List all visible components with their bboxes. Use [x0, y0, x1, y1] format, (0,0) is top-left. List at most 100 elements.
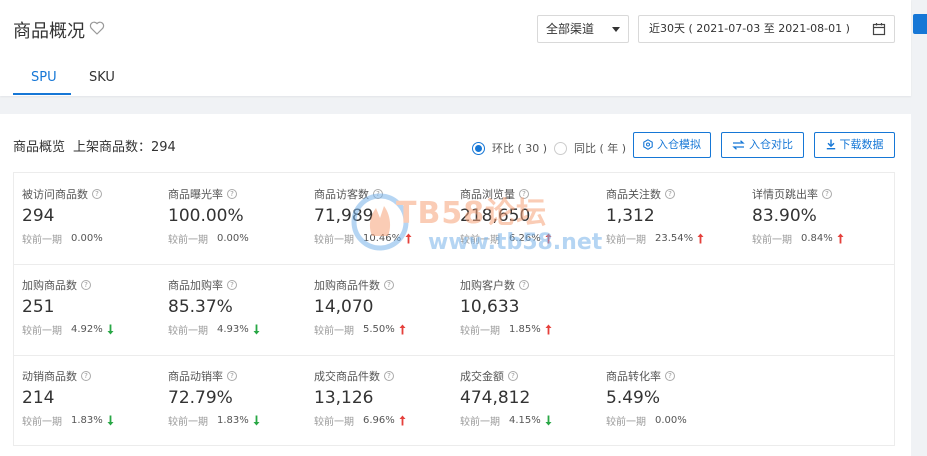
arrow-down-icon	[107, 415, 114, 426]
metric-label: 商品访客数?	[314, 186, 459, 202]
comparison-percent: 4.93%	[217, 324, 249, 335]
metric-label: 被访问商品数?	[22, 186, 167, 202]
arrow-up-icon	[837, 233, 844, 244]
help-icon[interactable]: ?	[822, 189, 832, 199]
metric-comparison: 较前一期 4.15%	[460, 413, 605, 428]
heart-icon[interactable]	[89, 20, 105, 36]
comparison-prefix: 较前一期	[460, 326, 500, 337]
metric-label-text: 商品动销率	[168, 370, 223, 383]
overview-title: 商品概览 上架商品数：294	[13, 136, 176, 155]
help-icon[interactable]: ?	[384, 371, 394, 381]
metric-label: 商品关注数?	[606, 186, 751, 202]
metric-comparison: 较前一期 0.84%	[752, 231, 897, 246]
comparison-prefix: 较前一期	[752, 235, 792, 246]
metric-cell: 动销商品数? 214 较前一期 1.83%	[22, 368, 167, 428]
comparison-percent: 0.00%	[71, 233, 103, 244]
arrow-up-icon	[545, 233, 552, 244]
radio-mom[interactable]: 环比 ( 30 )	[472, 140, 547, 156]
download-data-button[interactable]: 下载数据	[814, 132, 895, 158]
channel-select[interactable]: 全部渠道	[537, 15, 629, 43]
help-icon[interactable]: ?	[384, 280, 394, 290]
arrow-up-icon	[399, 324, 406, 335]
metric-comparison: 较前一期 23.54%	[606, 231, 751, 246]
metric-label-text: 成交商品件数	[314, 370, 380, 383]
metric-cell: 加购商品件数? 14,070 较前一期 5.50%	[314, 277, 459, 337]
help-icon[interactable]: ?	[227, 280, 237, 290]
metric-label: 商品浏览量?	[460, 186, 605, 202]
metric-label-text: 商品关注数	[606, 188, 661, 201]
help-icon[interactable]: ?	[373, 189, 383, 199]
comparison-percent: 10.46%	[363, 233, 402, 244]
metric-value: 100.00%	[168, 206, 244, 226]
comparison-percent: 4.15%	[509, 415, 541, 426]
metric-label: 动销商品数?	[22, 368, 167, 384]
side-feedback-tab[interactable]	[913, 14, 927, 34]
metric-comparison: 较前一期 0.00%	[606, 413, 751, 428]
metric-label: 加购商品数?	[22, 277, 167, 293]
help-icon[interactable]: ?	[227, 189, 237, 199]
metric-cell: 商品关注数? 1,312 较前一期 23.54%	[606, 186, 751, 246]
tab-sku[interactable]: SKU	[89, 70, 115, 85]
metric-label: 商品转化率?	[606, 368, 751, 384]
page-title: 商品概况	[13, 21, 85, 42]
date-range-picker[interactable]: 近30天 ( 2021-07-03 至 2021-08-01 )	[638, 15, 895, 43]
comparison-percent: 6.26%	[509, 233, 541, 244]
warehouse-simulate-button[interactable]: 入仓模拟	[633, 132, 711, 158]
metric-label-text: 加购商品件数	[314, 279, 380, 292]
warehouse-simulate-label: 入仓模拟	[657, 138, 701, 151]
header-card: 商品概况 全部渠道 近30天 ( 2021-07-03 至 2021-08-01…	[0, 0, 911, 96]
metric-value: 14,070	[314, 297, 374, 317]
metric-value: 85.37%	[168, 297, 233, 317]
comparison-percent: 0.84%	[801, 233, 833, 244]
help-icon[interactable]: ?	[665, 371, 675, 381]
metric-value: 474,812	[460, 388, 531, 408]
comparison-prefix: 较前一期	[460, 417, 500, 428]
help-icon[interactable]: ?	[508, 371, 518, 381]
help-icon[interactable]: ?	[227, 371, 237, 381]
help-icon[interactable]: ?	[519, 280, 529, 290]
metric-value: 5.49%	[606, 388, 661, 408]
metric-label: 商品动销率?	[168, 368, 313, 384]
arrow-down-icon	[545, 415, 552, 426]
comparison-prefix: 较前一期	[314, 326, 354, 337]
help-icon[interactable]: ?	[81, 371, 91, 381]
comparison-percent: 23.54%	[655, 233, 694, 244]
metric-comparison: 较前一期 4.92%	[22, 322, 167, 337]
metric-value: 10,633	[460, 297, 520, 317]
radio-yoy-dot[interactable]	[554, 141, 567, 155]
metric-cell: 成交金额? 474,812 较前一期 4.15%	[460, 368, 605, 428]
metric-cell: 商品浏览量? 218,650 较前一期 6.26%	[460, 186, 605, 246]
metric-cell: 商品曝光率? 100.00% 较前一期 0.00%	[168, 186, 313, 246]
overview-title-text: 商品概览	[13, 140, 66, 155]
metric-comparison: 较前一期 0.00%	[22, 231, 167, 246]
overview-card: 商品概览 上架商品数：294 环比 ( 30 ) 同比 ( 年 ) 入仓模拟 入仓…	[0, 114, 911, 456]
metric-cell: 商品加购率? 85.37% 较前一期 4.93%	[168, 277, 313, 337]
radio-mom-dot[interactable]	[472, 141, 485, 155]
metric-cell: 商品动销率? 72.79% 较前一期 1.83%	[168, 368, 313, 428]
metric-comparison: 较前一期 1.83%	[168, 413, 313, 428]
radio-yoy[interactable]: 同比 ( 年 )	[554, 140, 626, 156]
metric-cell: 商品访客数? 71,989 较前一期 10.46%	[314, 186, 459, 246]
help-icon[interactable]: ?	[665, 189, 675, 199]
caret-down-icon	[612, 27, 620, 32]
comparison-prefix: 较前一期	[168, 235, 208, 246]
radio-mom-label: 环比 ( 30 )	[492, 142, 548, 155]
metric-cell: 商品转化率? 5.49% 较前一期 0.00%	[606, 368, 751, 428]
download-icon	[826, 139, 835, 150]
metric-label: 加购客户数?	[460, 277, 605, 293]
metric-comparison: 较前一期 5.50%	[314, 322, 459, 337]
warehouse-compare-button[interactable]: 入仓对比	[721, 132, 804, 158]
tab-spu[interactable]: SPU	[31, 70, 57, 85]
metric-cell: 详情页跳出率? 83.90% 较前一期 0.84%	[752, 186, 897, 246]
metric-label-text: 商品浏览量	[460, 188, 515, 201]
help-icon[interactable]: ?	[519, 189, 529, 199]
metric-label-text: 详情页跳出率	[752, 188, 818, 201]
metric-label: 详情页跳出率?	[752, 186, 897, 202]
radio-yoy-label: 同比 ( 年 )	[574, 142, 627, 155]
metric-cell: 加购客户数? 10,633 较前一期 1.85%	[460, 277, 605, 337]
metric-value: 71,989	[314, 206, 374, 226]
arrow-down-icon	[253, 324, 260, 335]
help-icon[interactable]: ?	[81, 280, 91, 290]
help-icon[interactable]: ?	[92, 189, 102, 199]
metric-value: 218,650	[460, 206, 531, 226]
